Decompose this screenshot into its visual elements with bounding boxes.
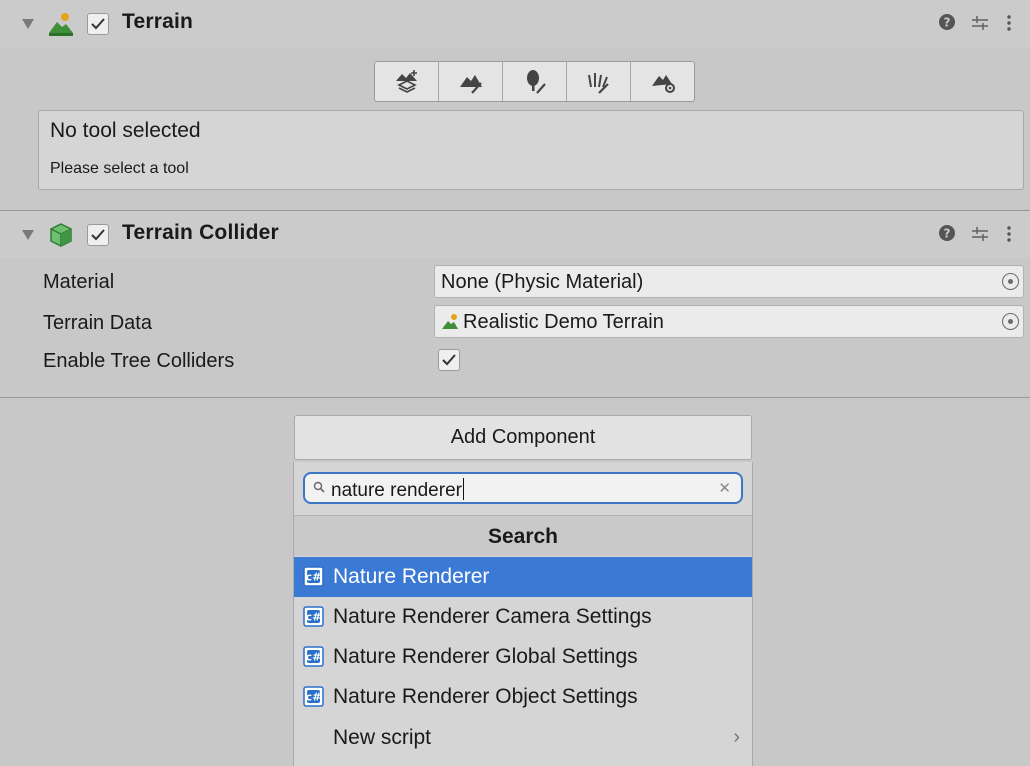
section-divider [0, 397, 1030, 398]
presets-icon[interactable] [970, 13, 990, 38]
svg-text:c#: c# [306, 611, 322, 624]
terrain-icon [48, 11, 74, 37]
svg-text:c#: c# [306, 571, 322, 584]
csharp-script-icon: c# [303, 646, 324, 667]
paint-trees-icon [526, 69, 546, 94]
add-component-button[interactable]: Add Component [294, 415, 752, 460]
csharp-script-icon: c# [303, 606, 324, 627]
paint-terrain-button[interactable] [439, 62, 503, 101]
help-icon[interactable]: ? [938, 224, 956, 247]
terrain-data-label: Terrain Data [43, 312, 152, 334]
result-nature-renderer[interactable]: c# Nature Renderer [294, 557, 752, 597]
enable-tree-colliders-checkbox[interactable] [438, 349, 460, 371]
csharp-script-icon: c# [303, 566, 324, 587]
collider-cube-icon [48, 222, 74, 248]
svg-text:c#: c# [306, 691, 322, 704]
terrain-settings-icon [651, 74, 675, 93]
presets-icon[interactable] [970, 224, 990, 249]
terrain-collider-component-header[interactable]: Terrain Collider ? [0, 210, 1030, 258]
terrain-enabled-checkbox[interactable] [87, 13, 109, 35]
component-search-input[interactable]: nature renderer ✕ [303, 472, 743, 504]
kebab-menu-icon[interactable] [1006, 224, 1012, 249]
paint-trees-button[interactable] [503, 62, 567, 101]
create-neighbor-terrains-button[interactable] [375, 62, 439, 101]
terrain-component-header[interactable]: Terrain ? [0, 0, 1030, 48]
material-value: None (Physic Material) [441, 271, 644, 293]
foldout-arrow-icon[interactable] [22, 19, 34, 29]
text-caret [462, 478, 464, 500]
paint-details-icon [587, 72, 609, 94]
help-icon[interactable]: ? [938, 13, 956, 36]
new-script-item[interactable]: New script › [294, 718, 752, 758]
material-label: Material [43, 271, 115, 293]
help-title: No tool selected [50, 119, 201, 142]
search-section-title: Search [294, 515, 752, 556]
svg-text:c#: c# [306, 651, 322, 664]
help-text: Please select a tool [50, 160, 189, 177]
result-label: Nature Renderer Object Settings [333, 685, 638, 708]
result-label: Nature Renderer Camera Settings [333, 605, 652, 628]
terrain-tool-bar [374, 61, 695, 102]
terrain-settings-button[interactable] [631, 62, 694, 101]
search-icon [313, 481, 327, 500]
result-nature-renderer-camera-settings[interactable]: c# Nature Renderer Camera Settings [294, 597, 752, 637]
foldout-arrow-icon[interactable] [22, 230, 34, 240]
no-tool-help-box: No tool selected Please select a tool [38, 110, 1024, 190]
terrain-collider-enabled-checkbox[interactable] [87, 224, 109, 246]
svg-text:?: ? [944, 16, 951, 30]
result-nature-renderer-object-settings[interactable]: c# Nature Renderer Object Settings [294, 677, 752, 717]
terrain-data-value: Realistic Demo Terrain [463, 311, 664, 333]
csharp-script-icon: c# [303, 686, 324, 707]
enable-tree-colliders-label: Enable Tree Colliders [43, 350, 235, 372]
terrain-asset-icon [441, 313, 459, 337]
result-label: Nature Renderer Global Settings [333, 645, 638, 668]
terrain-data-field[interactable]: Realistic Demo Terrain [434, 305, 1024, 338]
material-field[interactable]: None (Physic Material) [434, 265, 1024, 298]
terrain-title: Terrain [122, 10, 194, 33]
terrain-collider-title: Terrain Collider [122, 221, 279, 244]
new-script-label: New script [333, 726, 432, 749]
object-picker-icon[interactable] [1002, 273, 1019, 290]
result-label: Nature Renderer [333, 565, 490, 588]
search-query: nature renderer [331, 480, 462, 501]
object-picker-icon[interactable] [1002, 313, 1019, 330]
result-nature-renderer-global-settings[interactable]: c# Nature Renderer Global Settings [294, 637, 752, 677]
clear-search-icon[interactable]: ✕ [718, 479, 731, 497]
chevron-right-icon: › [733, 726, 740, 748]
kebab-menu-icon[interactable] [1006, 13, 1012, 38]
paint-terrain-icon [459, 74, 482, 94]
paint-details-button[interactable] [567, 62, 631, 101]
create-neighbor-terrains-icon [395, 69, 417, 93]
svg-text:?: ? [944, 227, 951, 241]
add-component-popup: nature renderer ✕ Search c# Nature Rende… [293, 462, 753, 766]
